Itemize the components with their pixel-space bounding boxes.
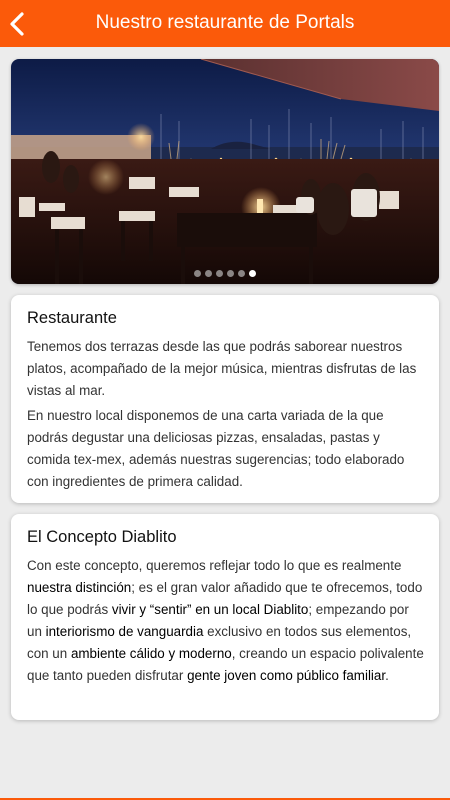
page-title: Nuestro restaurante de Portals (95, 12, 355, 33)
section-title: El Concepto Diablito (27, 528, 177, 546)
carousel-dot-active[interactable] (249, 270, 256, 277)
highlight-text: interiorismo de vanguardia (45, 624, 204, 639)
app-bar: Nuestro restaurante de Portals (0, 0, 450, 47)
section-title: Restaurante (27, 309, 117, 327)
highlight-text: gente joven como público familiar (187, 668, 386, 683)
carousel-dot[interactable] (227, 270, 234, 277)
restaurant-terrace-photo (11, 59, 439, 284)
concepto-card: El Concepto Diablito Con este concepto, … (11, 514, 439, 720)
carousel-dot[interactable] (205, 270, 212, 277)
photo-carousel[interactable] (11, 59, 439, 284)
carousel-dot[interactable] (238, 270, 245, 277)
section-paragraph: Con este concepto, queremos reflejar tod… (27, 558, 424, 683)
highlight-text: nuestra distinción (27, 580, 132, 595)
carousel-dot[interactable] (216, 270, 223, 277)
section-paragraph: Tenemos dos terrazas desde las que podrá… (27, 339, 417, 398)
restaurante-card: Restaurante Tenemos dos terrazas desde l… (11, 295, 439, 503)
carousel-indicator (11, 270, 439, 277)
section-paragraph: En nuestro local disponemos de una carta… (27, 408, 405, 489)
highlight-text: ambiente cálido y moderno (70, 646, 232, 661)
carousel-dot[interactable] (194, 270, 201, 277)
highlight-text: vivir y “sentir” en un local Diablito (111, 602, 309, 617)
